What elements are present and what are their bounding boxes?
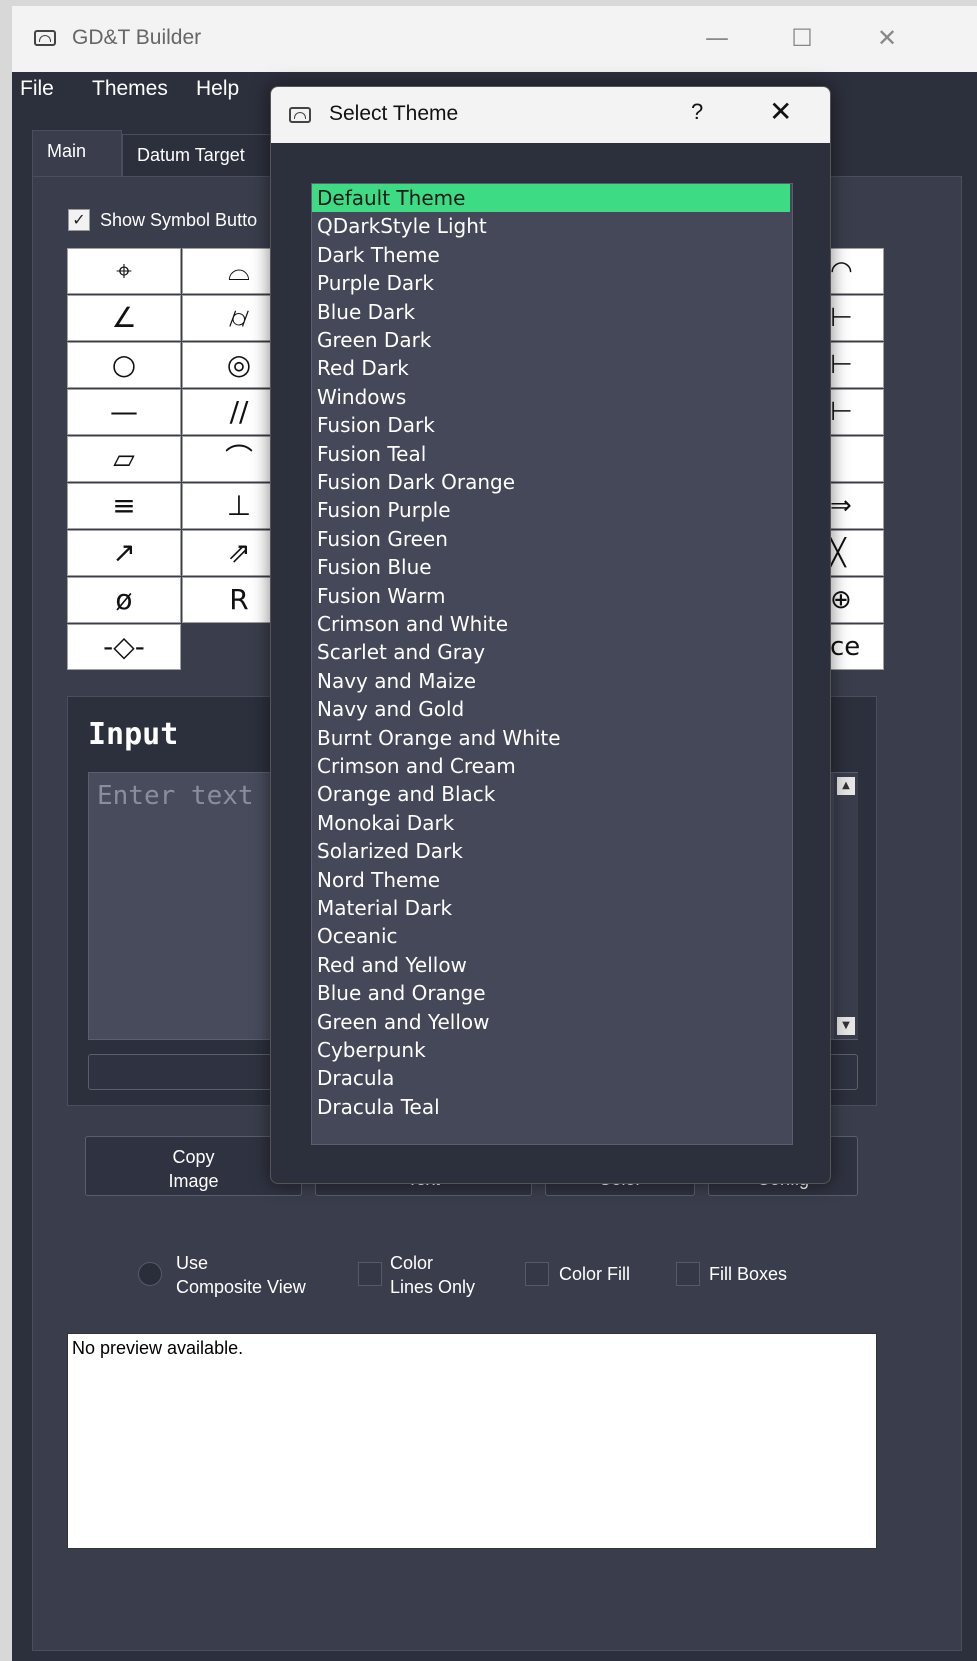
app-icon bbox=[34, 30, 56, 46]
theme-list-item[interactable]: Solarized Dark bbox=[312, 837, 790, 865]
circularity-symbol-button[interactable]: ○ bbox=[67, 342, 181, 388]
scroll-down-arrow-icon[interactable]: ▼ bbox=[837, 1017, 855, 1035]
theme-list-item[interactable]: Blue and Orange bbox=[312, 979, 790, 1007]
input-placeholder: Enter text ( bbox=[97, 781, 285, 811]
menu-file[interactable]: File bbox=[20, 77, 54, 101]
theme-list-item[interactable]: Scarlet and Gray bbox=[312, 638, 790, 666]
dialog-title: Select Theme bbox=[329, 102, 459, 125]
theme-list-item[interactable]: Dracula Teal bbox=[312, 1093, 790, 1121]
window-title: GD&T Builder bbox=[72, 26, 202, 49]
theme-list-item[interactable]: Crimson and White bbox=[312, 610, 790, 638]
theme-list-item[interactable]: Material Dark bbox=[312, 894, 790, 922]
datum-target-symbol-button[interactable]: -◇- bbox=[67, 624, 181, 670]
theme-list-item[interactable]: Fusion Dark Orange bbox=[312, 468, 790, 496]
diameter-symbol-button[interactable]: ø bbox=[67, 577, 181, 623]
theme-list-item[interactable]: Burnt Orange and White bbox=[312, 724, 790, 752]
title-bar: GD&T Builder — ☐ ✕ bbox=[12, 6, 977, 72]
maximize-button[interactable]: ☐ bbox=[777, 16, 827, 60]
theme-list-item[interactable]: Red and Yellow bbox=[312, 951, 790, 979]
theme-list-item[interactable]: QDarkStyle Light bbox=[312, 212, 790, 240]
select-theme-dialog: Select Theme ? ✕ Default Theme QDarkStyle… bbox=[270, 86, 831, 1184]
symmetry-symbol-button[interactable]: ≡ bbox=[67, 483, 181, 529]
theme-list-item[interactable]: Windows bbox=[312, 383, 790, 411]
dialog-title-bar: Select Theme ? ✕ bbox=[271, 87, 830, 143]
menu-themes[interactable]: Themes bbox=[92, 77, 168, 101]
theme-list-item[interactable]: Fusion Blue bbox=[312, 553, 790, 581]
dialog-close-button[interactable]: ✕ bbox=[769, 95, 792, 128]
theme-list-item[interactable]: Monokai Dark bbox=[312, 809, 790, 837]
theme-list-item[interactable]: Cyberpunk bbox=[312, 1036, 790, 1064]
right-symbol-button[interactable]: ⊢ bbox=[829, 342, 884, 388]
theme-list-item[interactable]: Fusion Warm bbox=[312, 582, 790, 610]
input-scrollbar[interactable]: ▲ ▼ bbox=[834, 773, 858, 1039]
theme-list-item[interactable]: Green and Yellow bbox=[312, 1008, 790, 1036]
theme-list-item[interactable]: Navy and Gold bbox=[312, 695, 790, 723]
right-symbol-button[interactable]: ╳ bbox=[829, 530, 884, 576]
straightness-symbol-button[interactable]: — bbox=[67, 389, 181, 435]
scroll-up-arrow-icon[interactable]: ▲ bbox=[837, 777, 855, 795]
dialog-app-icon bbox=[289, 107, 311, 123]
right-symbol-button[interactable] bbox=[829, 436, 884, 482]
input-title: Input bbox=[88, 717, 179, 752]
composite-view-label: Use Composite View bbox=[176, 1253, 306, 1297]
color-lines-only-label: Color Lines Only bbox=[390, 1253, 476, 1297]
theme-list-item[interactable]: Dracula bbox=[312, 1064, 790, 1092]
right-symbol-button[interactable]: ◠ bbox=[829, 248, 884, 294]
preview-text: No preview available. bbox=[72, 1338, 244, 1358]
fill-boxes-checkbox[interactable] bbox=[676, 1262, 700, 1286]
right-symbol-button[interactable]: ce bbox=[829, 624, 884, 670]
theme-list-item[interactable]: Navy and Maize bbox=[312, 667, 790, 695]
theme-list-item[interactable]: Blue Dark bbox=[312, 298, 790, 326]
theme-list[interactable]: Default Theme QDarkStyle Light Dark Theme P… bbox=[311, 183, 793, 1145]
theme-list-item[interactable]: Crimson and Cream bbox=[312, 752, 790, 780]
theme-list-item[interactable]: Nord Theme bbox=[312, 866, 790, 894]
theme-list-item[interactable]: Purple Dark bbox=[312, 269, 790, 297]
tab-datum-target[interactable]: Datum Target bbox=[122, 134, 292, 176]
close-button[interactable]: ✕ bbox=[862, 16, 912, 60]
theme-list-item[interactable]: Orange and Black bbox=[312, 780, 790, 808]
theme-list-item[interactable]: Dark Theme bbox=[312, 241, 790, 269]
show-symbol-buttons-checkbox[interactable]: ✓ bbox=[68, 209, 90, 231]
right-symbol-button[interactable]: ⊢ bbox=[829, 389, 884, 435]
angularity-symbol-button[interactable]: ∠ bbox=[67, 295, 181, 341]
color-lines-only-checkbox[interactable] bbox=[358, 1262, 382, 1286]
color-fill-label: Color Fill bbox=[559, 1264, 631, 1284]
show-symbol-buttons-label: Show Symbol Butto bbox=[100, 210, 258, 230]
help-button[interactable]: ? bbox=[691, 99, 703, 125]
theme-list-item[interactable]: Default Theme bbox=[312, 184, 790, 212]
theme-list-item[interactable]: Oceanic bbox=[312, 922, 790, 950]
right-symbol-button[interactable]: ⊢ bbox=[829, 295, 884, 341]
right-symbol-button[interactable]: ⊕ bbox=[829, 577, 884, 623]
minimize-button[interactable]: — bbox=[692, 16, 742, 60]
theme-list-item[interactable]: Red Dark bbox=[312, 354, 790, 382]
theme-list-item[interactable]: Fusion Teal bbox=[312, 440, 790, 468]
tab-main[interactable]: Main bbox=[32, 130, 122, 178]
fill-boxes-label: Fill Boxes bbox=[709, 1264, 788, 1284]
theme-list-item[interactable]: Green Dark bbox=[312, 326, 790, 354]
composite-view-radio[interactable] bbox=[138, 1262, 162, 1286]
right-symbol-button[interactable]: ⇒ bbox=[829, 483, 884, 529]
flatness-symbol-button[interactable]: ▱ bbox=[67, 436, 181, 482]
circular-runout-symbol-button[interactable]: ↗ bbox=[67, 530, 181, 576]
color-fill-checkbox[interactable] bbox=[525, 1262, 549, 1286]
position-symbol-button[interactable]: ⌖ bbox=[67, 248, 181, 294]
theme-list-item[interactable]: Fusion Purple bbox=[312, 496, 790, 524]
theme-list-item[interactable]: Fusion Green bbox=[312, 525, 790, 553]
menu-help[interactable]: Help bbox=[196, 77, 239, 101]
preview-area: No preview available. bbox=[67, 1333, 877, 1549]
theme-list-item[interactable]: Fusion Dark bbox=[312, 411, 790, 439]
